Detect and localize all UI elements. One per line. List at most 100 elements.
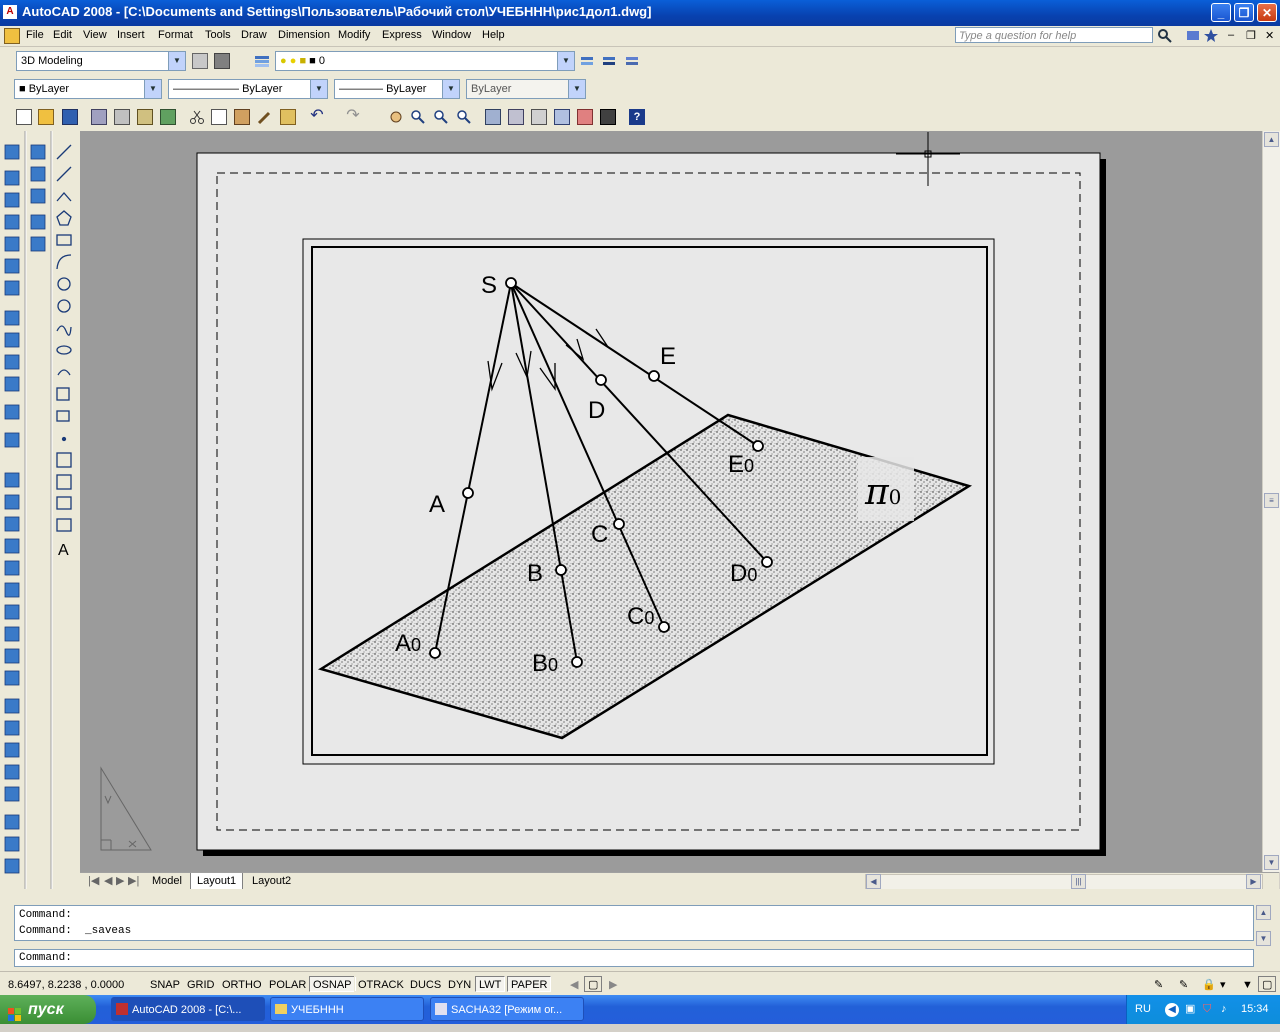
grid-toggle[interactable]: GRID xyxy=(183,976,219,992)
status-tray-icon[interactable]: ▼ xyxy=(1238,976,1257,992)
scroll-left-icon[interactable]: ◀ xyxy=(866,874,881,889)
lwt-toggle[interactable]: LWT xyxy=(475,976,506,992)
task-folder[interactable]: УЧЕБННН xyxy=(270,997,424,1021)
zoom-realtime-icon[interactable] xyxy=(410,109,426,125)
dyn-toggle[interactable]: DYN xyxy=(444,976,476,992)
lineweight-combo[interactable]: ———— ByLayer ▼ xyxy=(334,79,460,99)
task-autocad[interactable]: AutoCAD 2008 - [C:\... xyxy=(111,997,265,1021)
help-search-input[interactable]: Type a question for help xyxy=(955,27,1153,43)
start-button[interactable]: пуск xyxy=(0,995,96,1024)
menu-dimension[interactable]: Dimension xyxy=(278,28,330,42)
menu-modify[interactable]: Modify xyxy=(338,28,370,42)
menu-help[interactable]: Help xyxy=(482,28,505,42)
left-toolbar-icons[interactable]: A xyxy=(0,131,80,889)
redo-icon[interactable]: ↷ xyxy=(345,108,361,125)
cut-icon[interactable] xyxy=(189,109,205,125)
design-center-icon[interactable] xyxy=(508,109,524,125)
search-icon[interactable] xyxy=(1157,28,1173,44)
new-icon[interactable] xyxy=(16,109,32,125)
scroll-right-icon[interactable]: ▶ xyxy=(1246,874,1261,889)
paper-toggle[interactable]: PAPER xyxy=(507,976,552,992)
maximize-viewport-prev-icon[interactable]: ◀ xyxy=(566,976,583,992)
menu-express[interactable]: Express xyxy=(382,28,422,42)
coordinates-readout[interactable]: 8.6497, 8.2238 , 0.0000 xyxy=(4,976,144,992)
annotation-scale-icon[interactable]: ✎ xyxy=(1175,976,1193,992)
maximize-viewport-icon[interactable]: ▢ xyxy=(584,976,602,992)
polar-toggle[interactable]: POLAR xyxy=(265,976,311,992)
security-shield-icon[interactable]: ⛉ xyxy=(1203,995,1211,1024)
plot-icon[interactable] xyxy=(91,109,107,125)
snap-toggle[interactable]: SNAP xyxy=(146,976,184,992)
osnap-toggle[interactable]: OSNAP xyxy=(309,976,356,992)
undo-icon[interactable]: ↶ xyxy=(309,108,325,125)
doc-minimize-icon[interactable]: – xyxy=(1228,28,1234,42)
tab-last-icon[interactable]: ▶| xyxy=(122,873,145,889)
ducs-toggle[interactable]: DUCS xyxy=(406,976,446,992)
layer-combo[interactable]: ● ● ■ ■ 0 ▼ xyxy=(275,51,575,71)
match-properties-icon[interactable] xyxy=(257,109,273,125)
copy-icon[interactable] xyxy=(211,109,227,125)
menu-edit[interactable]: Edit xyxy=(53,28,72,42)
command-input[interactable]: Command: xyxy=(14,949,1254,967)
communication-icon[interactable] xyxy=(1185,28,1201,44)
clean-screen-icon[interactable]: ▢ xyxy=(1258,976,1276,992)
communication-center-icon[interactable]: ✎ xyxy=(1150,976,1168,992)
pan-icon[interactable] xyxy=(388,109,404,125)
zoom-window-icon[interactable] xyxy=(433,109,449,125)
calculator-icon[interactable] xyxy=(600,109,616,125)
clock[interactable]: 15:34 xyxy=(1241,995,1269,1024)
save-icon[interactable] xyxy=(62,109,78,125)
scroll-down-icon[interactable]: ▼ xyxy=(1264,855,1279,870)
workspace-combo[interactable]: 3D Modeling ▼ xyxy=(16,51,186,71)
layer-states-icon[interactable] xyxy=(624,53,640,69)
maximize-viewport-next-icon[interactable]: ▶ xyxy=(605,976,622,992)
open-icon[interactable] xyxy=(38,109,54,125)
make-current-layer-icon[interactable] xyxy=(579,53,595,69)
close-icon[interactable]: ✕ xyxy=(1257,3,1277,22)
plotstyle-combo[interactable]: ByLayer ▼ xyxy=(466,79,586,99)
paper-layout[interactable]: S A B C D E A0 B0 C0 D0 E0 π0 xyxy=(80,131,1262,872)
doc-restore-icon[interactable]: ❐ xyxy=(1246,28,1256,43)
tool-palettes-icon[interactable] xyxy=(531,109,547,125)
drawing-canvas[interactable]: S A B C D E A0 B0 C0 D0 E0 π0 xyxy=(80,131,1262,872)
tab-layout1[interactable]: Layout1 xyxy=(190,873,244,890)
publish-icon[interactable] xyxy=(137,109,153,125)
cmd-scroll-up-icon[interactable]: ▲ xyxy=(1256,905,1271,920)
document-icon[interactable] xyxy=(4,28,20,44)
linetype-combo[interactable]: —————— ByLayer ▼ xyxy=(168,79,328,99)
tab-model[interactable]: Model xyxy=(146,873,188,889)
network-icon[interactable]: ▣ xyxy=(1185,995,1195,1024)
task-sacha32[interactable]: SACHA32 [Режим ог... xyxy=(430,997,584,1021)
ortho-toggle[interactable]: ORTHO xyxy=(218,976,266,992)
block-editor-icon[interactable] xyxy=(280,109,296,125)
hscroll-thumb[interactable]: ||| xyxy=(1071,874,1086,889)
tab-layout2[interactable]: Layout2 xyxy=(246,873,297,889)
paste-icon[interactable] xyxy=(234,109,250,125)
menu-view[interactable]: View xyxy=(83,28,107,42)
horizontal-scrollbar[interactable]: ◀ ||| ▶ xyxy=(865,874,1263,890)
chevron-down-icon[interactable]: ▼ xyxy=(144,80,161,98)
menu-window[interactable]: Window xyxy=(432,28,471,42)
volume-icon[interactable]: ♪ xyxy=(1221,995,1227,1024)
menu-tools[interactable]: Tools xyxy=(205,28,231,42)
cmd-scroll-down-icon[interactable]: ▼ xyxy=(1256,931,1271,946)
restore-icon[interactable]: ❐ xyxy=(1234,3,1254,22)
favorites-icon[interactable] xyxy=(1203,28,1219,44)
minimize-icon[interactable]: _ xyxy=(1211,3,1231,22)
title-bar[interactable]: A AutoCAD 2008 - [C:\Documents and Setti… xyxy=(0,0,1280,26)
chevron-down-icon[interactable]: ▼ xyxy=(557,52,574,70)
menu-file[interactable]: File xyxy=(26,28,44,42)
workspace-settings-icon[interactable] xyxy=(192,53,208,69)
menu-insert[interactable]: Insert xyxy=(117,28,145,42)
color-combo[interactable]: ■ ByLayer ▼ xyxy=(14,79,162,99)
layer-manager-icon[interactable] xyxy=(254,53,270,69)
chevron-down-icon[interactable]: ▼ xyxy=(442,80,459,98)
tray-expand-icon[interactable]: ◀ xyxy=(1165,1003,1179,1017)
status-menu-icon[interactable]: ▾ xyxy=(1216,976,1230,992)
autocad-icon[interactable]: A xyxy=(3,5,17,19)
menu-format[interactable]: Format xyxy=(158,28,193,42)
workspace-save-icon[interactable] xyxy=(214,53,230,69)
markup-icon[interactable] xyxy=(577,109,593,125)
chevron-down-icon[interactable]: ▼ xyxy=(310,80,327,98)
properties-icon[interactable] xyxy=(485,109,501,125)
